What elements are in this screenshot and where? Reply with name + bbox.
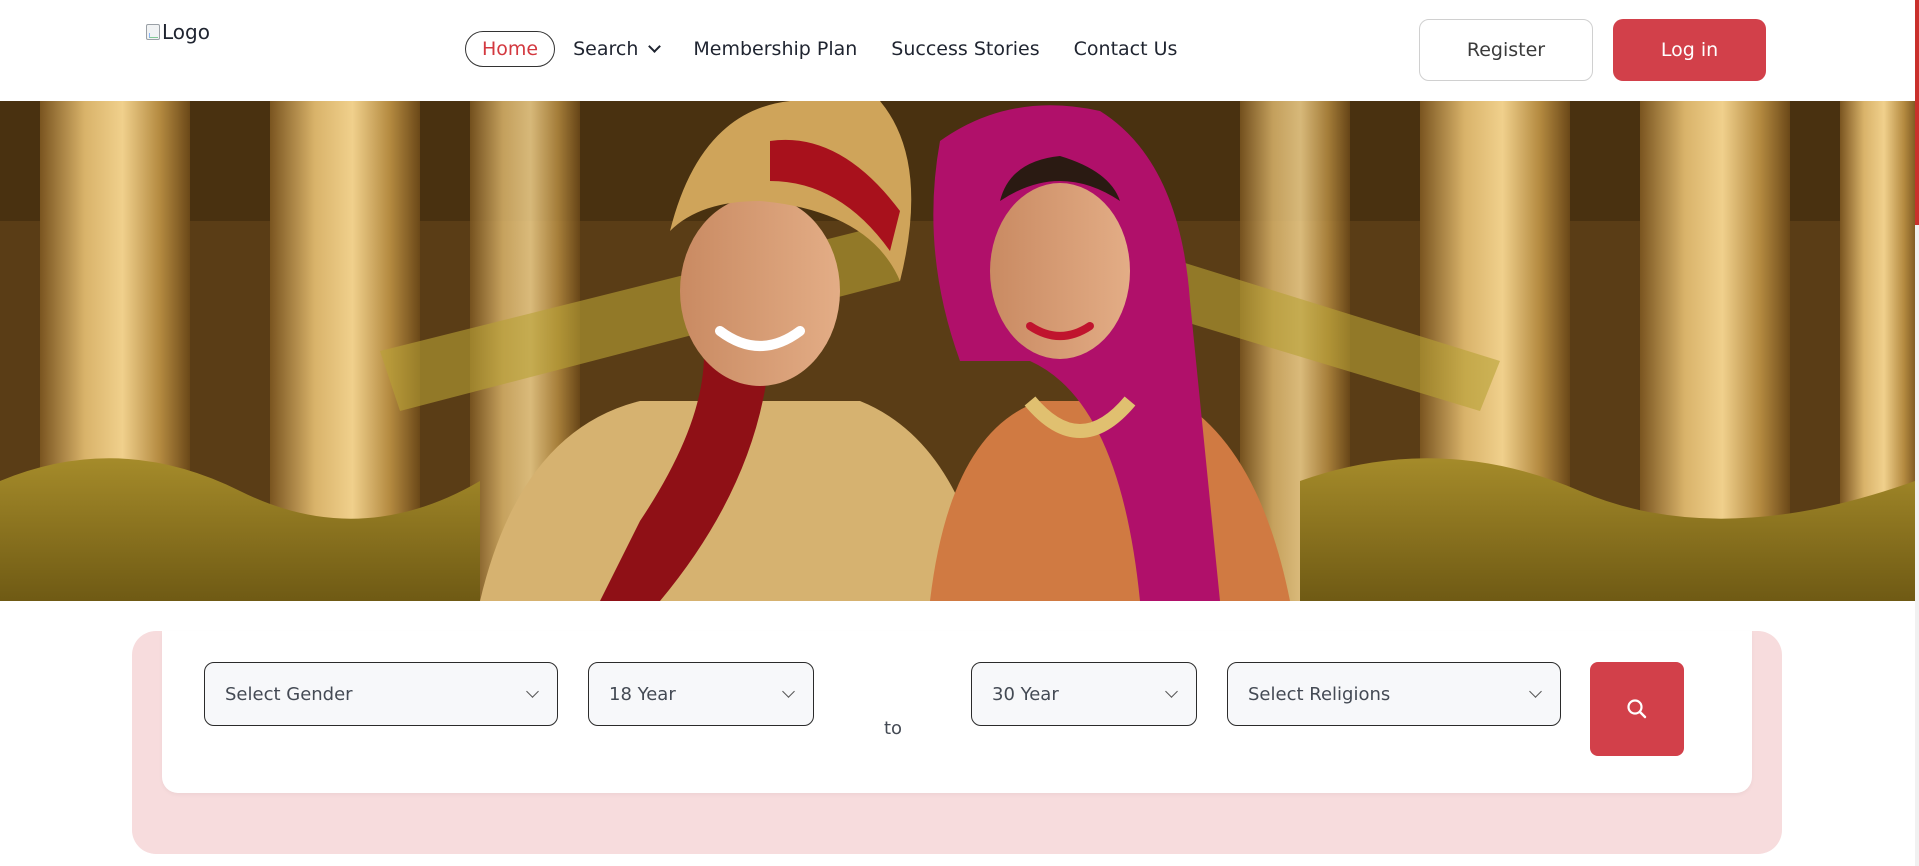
wedding-couple-hero-image — [0, 101, 1915, 601]
search-icon — [1627, 699, 1647, 719]
age-max-select[interactable]: 30 Year — [971, 662, 1197, 726]
age-min-select[interactable]: 18 Year — [588, 662, 814, 726]
nav-search-label: Search — [573, 38, 639, 60]
page-scrollbar[interactable] — [1915, 0, 1919, 866]
register-button[interactable]: Register — [1419, 19, 1593, 81]
religion-select[interactable]: Select Religions — [1227, 662, 1561, 726]
age-range-separator: to — [884, 718, 903, 739]
logo-alt-text: Logo — [162, 20, 210, 44]
gender-select-value: Select Gender — [225, 683, 353, 705]
chevron-down-icon — [526, 685, 539, 698]
chevron-down-icon — [648, 39, 662, 53]
chevron-down-icon — [782, 685, 795, 698]
site-header: Logo Home Search Membership Plan Success… — [0, 0, 1915, 101]
chevron-down-icon — [1529, 685, 1542, 698]
gender-select[interactable]: Select Gender — [204, 662, 558, 726]
nav-home[interactable]: Home — [465, 31, 556, 67]
scrollbar-thumb[interactable] — [1915, 0, 1919, 225]
nav-contact-us[interactable]: Contact Us — [1074, 38, 1178, 60]
broken-image-icon — [146, 24, 160, 40]
age-min-value: 18 Year — [609, 683, 676, 705]
hero-banner-image — [0, 101, 1915, 601]
nav-search[interactable]: Search — [573, 38, 662, 60]
login-button[interactable]: Log in — [1613, 19, 1766, 81]
search-button[interactable] — [1590, 662, 1684, 756]
site-logo[interactable]: Logo — [146, 20, 210, 44]
age-max-value: 30 Year — [992, 683, 1059, 705]
main-nav: Home Search Membership Plan Success Stor… — [465, 30, 1211, 68]
religion-select-value: Select Religions — [1248, 683, 1391, 705]
nav-success-stories[interactable]: Success Stories — [891, 38, 1039, 60]
nav-membership-plan[interactable]: Membership Plan — [693, 38, 857, 60]
chevron-down-icon — [1165, 685, 1178, 698]
